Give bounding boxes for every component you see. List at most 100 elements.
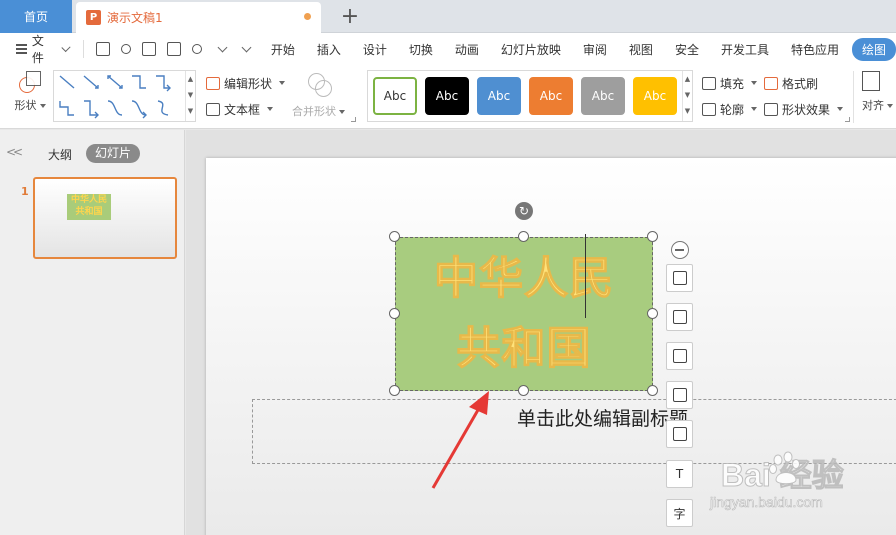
caret-down-icon bbox=[751, 81, 758, 85]
caret-down-icon bbox=[887, 104, 893, 108]
gallery-scrollbar[interactable]: ▲ ▼ ▼ bbox=[185, 71, 195, 121]
textbox-button[interactable]: 文本框 bbox=[206, 99, 285, 119]
print-icon[interactable] bbox=[141, 42, 156, 56]
style-swatch-gold[interactable]: Abc bbox=[633, 77, 677, 115]
shape-label: 形状 bbox=[14, 99, 37, 112]
edit-shape-button[interactable]: 编辑形状 bbox=[206, 73, 286, 93]
menu-item-developer[interactable]: 开发工具 bbox=[710, 41, 780, 58]
baidu-paw-icon bbox=[769, 451, 800, 485]
style-swatch-white[interactable]: Abc bbox=[373, 77, 417, 115]
resize-handle-sw[interactable] bbox=[389, 385, 400, 396]
tab-outline[interactable]: 大纲 bbox=[48, 146, 72, 163]
shape-button[interactable]: 形状 bbox=[12, 71, 48, 113]
resize-handle-e[interactable] bbox=[647, 308, 658, 319]
file-menu-button[interactable]: 文件 bbox=[16, 32, 71, 66]
style-swatch-label: Abc bbox=[591, 89, 615, 103]
menu-item-home[interactable]: 开始 bbox=[260, 41, 306, 58]
text-style-button[interactable] bbox=[666, 264, 693, 292]
resize-handle-se[interactable] bbox=[647, 385, 658, 396]
hamburger-icon bbox=[16, 44, 27, 54]
menu-item-transition[interactable]: 切换 bbox=[398, 41, 444, 58]
outline-button[interactable]: 轮廓 bbox=[702, 99, 758, 119]
group-launcher-icon[interactable] bbox=[845, 117, 850, 122]
merge-shape-button[interactable]: 合并形状 bbox=[292, 71, 345, 119]
unsaved-dot-icon bbox=[304, 13, 311, 20]
pen-icon bbox=[672, 349, 687, 363]
gallery-expand-icon[interactable]: ▼ bbox=[683, 103, 692, 119]
outline-icon bbox=[672, 427, 687, 441]
style-swatch-gray[interactable]: Abc bbox=[581, 77, 625, 115]
shape-effect-icon bbox=[764, 102, 778, 116]
slide-thumbnail[interactable]: 中华人民 共和国 bbox=[33, 177, 177, 259]
title-textbox[interactable]: 中华人民 共和国 bbox=[395, 237, 653, 391]
textbox-label: 文本框 bbox=[224, 102, 261, 117]
style-swatch-orange[interactable]: Abc bbox=[529, 77, 573, 115]
shape-style-gallery[interactable]: Abc Abc Abc Abc Abc Abc ▲ ▼ ▼ bbox=[367, 70, 693, 122]
format-brush-icon bbox=[764, 76, 778, 90]
style-gallery-scrollbar[interactable]: ▲ ▼ ▼ bbox=[682, 71, 692, 121]
undo-dropdown-icon[interactable] bbox=[217, 42, 228, 52]
format-brush-button[interactable]: 格式刷 bbox=[764, 73, 843, 93]
fill-button[interactable]: 填充 bbox=[702, 73, 758, 93]
scroll-up-icon[interactable]: ▲ bbox=[683, 71, 692, 87]
caret-down-icon bbox=[837, 107, 844, 111]
fill-label: 填充 bbox=[720, 76, 745, 91]
resize-handle-nw[interactable] bbox=[389, 231, 400, 242]
style-swatch-black[interactable]: Abc bbox=[425, 77, 469, 115]
menu-item-insert[interactable]: 插入 bbox=[306, 41, 352, 58]
rotate-handle-icon[interactable]: ↻ bbox=[515, 202, 533, 220]
menu-item-design[interactable]: 设计 bbox=[352, 41, 398, 58]
caret-down-icon bbox=[267, 107, 274, 111]
shape-effect-label: 形状效果 bbox=[782, 102, 831, 117]
menu-item-security[interactable]: 安全 bbox=[664, 41, 710, 58]
fill-tool-button[interactable] bbox=[666, 381, 693, 409]
resize-handle-s[interactable] bbox=[518, 385, 529, 396]
resize-handle-w[interactable] bbox=[389, 308, 400, 319]
collapse-toolbar-icon[interactable] bbox=[671, 241, 689, 259]
shape-effect-button[interactable]: 形状效果 bbox=[764, 99, 844, 119]
export-icon[interactable] bbox=[120, 44, 131, 54]
layers-icon bbox=[672, 310, 687, 324]
save-icon[interactable] bbox=[95, 42, 110, 56]
watermark-url: jingyan.baidu.com bbox=[710, 494, 823, 511]
layers-button[interactable] bbox=[666, 303, 693, 331]
collapse-panel-icon[interactable]: << bbox=[6, 145, 23, 159]
connector-gallery[interactable]: ▲ ▼ ▼ bbox=[53, 70, 196, 122]
tab-document[interactable]: P 演示文稿1 bbox=[76, 2, 321, 33]
edit-shape-label: 编辑形状 bbox=[224, 76, 273, 91]
style-swatch-blue[interactable]: Abc bbox=[477, 77, 521, 115]
text-style-icon bbox=[672, 271, 687, 285]
undo-icon[interactable] bbox=[191, 44, 202, 54]
presentation-icon: P bbox=[86, 10, 101, 25]
resize-handle-ne[interactable] bbox=[647, 231, 658, 242]
file-menu-label: 文件 bbox=[31, 34, 44, 65]
pen-button[interactable] bbox=[666, 342, 693, 370]
align-button[interactable]: 对齐 bbox=[853, 71, 896, 123]
resize-handle-n[interactable] bbox=[518, 231, 529, 242]
style-swatch-label: Abc bbox=[383, 89, 407, 103]
gallery-expand-icon[interactable]: ▼ bbox=[186, 103, 195, 119]
title-text[interactable]: 中华人民 共和国 bbox=[396, 238, 652, 390]
menu-item-animation[interactable]: 动画 bbox=[444, 41, 490, 58]
subtitle-placeholder-text: 单击此处编辑副标题 bbox=[517, 408, 689, 430]
menu-items: 开始 插入 设计 切换 动画 幻灯片放映 审阅 视图 安全 开发工具 特色应用 … bbox=[260, 37, 896, 61]
document-title: 演示文稿1 bbox=[107, 11, 163, 25]
menu-item-drawing[interactable]: 绘图 bbox=[851, 37, 896, 61]
customize-toolbar-icon[interactable] bbox=[241, 42, 252, 52]
scroll-down-icon[interactable]: ▼ bbox=[186, 87, 195, 103]
menu-item-review[interactable]: 审阅 bbox=[572, 41, 618, 58]
new-tab-button[interactable]: + bbox=[340, 4, 360, 29]
style-swatch-label: Abc bbox=[643, 89, 667, 103]
menu-item-slideshow[interactable]: 幻灯片放映 bbox=[490, 41, 572, 58]
tab-home[interactable]: 首页 bbox=[0, 0, 72, 33]
print-preview-icon[interactable] bbox=[166, 42, 181, 56]
group-launcher-icon[interactable] bbox=[351, 117, 356, 122]
menu-item-features[interactable]: 特色应用 bbox=[780, 41, 850, 58]
textbox-icon bbox=[206, 102, 220, 116]
scroll-down-icon[interactable]: ▼ bbox=[683, 87, 692, 103]
style-swatch-label: Abc bbox=[539, 89, 563, 103]
tab-slides[interactable]: 幻灯片 bbox=[86, 144, 141, 163]
menu-item-view[interactable]: 视图 bbox=[618, 41, 664, 58]
scroll-up-icon[interactable]: ▲ bbox=[186, 71, 195, 87]
baidu-watermark: Bai 经验 jingyan.baidu.com bbox=[668, 442, 896, 532]
